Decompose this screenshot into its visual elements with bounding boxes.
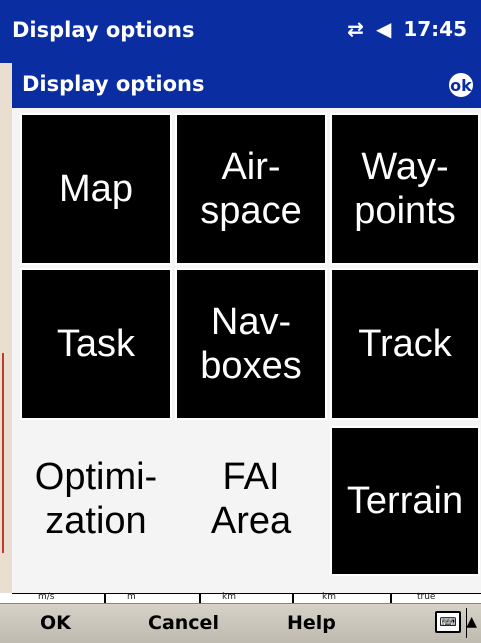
help-softkey[interactable]: Help: [287, 612, 336, 634]
track-tile[interactable]: Track: [330, 268, 480, 420]
status-area: ⇄ ◀︎ 17:45: [347, 17, 467, 41]
terrain-tile-label: Terrain: [346, 480, 464, 522]
background-map: [0, 63, 12, 593]
airspace-tile[interactable]: Air- space: [175, 113, 327, 265]
title-bar: Display options ⇄ ◀︎ 17:45: [0, 0, 481, 63]
unit-label: true: [417, 592, 436, 602]
ok-softkey[interactable]: OK: [40, 612, 71, 634]
unit-label: km: [322, 592, 336, 602]
divider: [199, 594, 201, 603]
unit-label: km: [222, 592, 236, 602]
waypoints-tile-label: Way- points: [354, 146, 456, 232]
dialog-header: Display options ok: [12, 63, 481, 108]
display-options-dialog: Display options ok Map Air- space Way- p…: [12, 63, 481, 593]
optimization-tile[interactable]: Optimi- zation: [20, 423, 172, 575]
optimization-tile-label: Optimi- zation: [34, 456, 158, 542]
map-tile-label: Map: [59, 168, 133, 210]
fai-area-tile-label: FAI Area: [210, 456, 292, 542]
divider: [104, 594, 106, 603]
unit-label: m: [127, 592, 136, 602]
unit-label: m/s: [38, 592, 55, 602]
keyboard-icon[interactable]: ⌨: [435, 611, 461, 633]
map-track-line: [2, 353, 4, 553]
divider: [292, 594, 294, 603]
options-grid: Map Air- space Way- points Task Nav- box…: [12, 108, 481, 593]
clock[interactable]: 17:45: [403, 17, 467, 41]
task-tile-label: Task: [56, 323, 136, 365]
navboxes-tile[interactable]: Nav- boxes: [175, 268, 327, 420]
divider: [390, 594, 392, 603]
input-menu-arrow-icon[interactable]: ▲: [466, 614, 477, 630]
track-tile-label: Track: [358, 323, 452, 365]
task-tile[interactable]: Task: [20, 268, 172, 420]
window-title: Display options: [12, 18, 195, 42]
cancel-softkey[interactable]: Cancel: [148, 612, 219, 634]
connectivity-icon[interactable]: ⇄: [347, 17, 364, 41]
airspace-tile-label: Air- space: [200, 146, 302, 232]
fai-area-tile[interactable]: FAI Area: [175, 423, 327, 575]
softkey-bar: OK Cancel Help ⌨ ▲: [0, 603, 481, 643]
navboxes-tile-label: Nav- boxes: [200, 301, 302, 387]
speaker-icon[interactable]: ◀︎: [376, 17, 391, 41]
terrain-tile[interactable]: Terrain: [330, 426, 480, 576]
ok-button[interactable]: ok: [447, 71, 475, 99]
waypoints-tile[interactable]: Way- points: [330, 113, 480, 265]
dialog-title: Display options: [22, 72, 205, 96]
map-tile[interactable]: Map: [20, 113, 172, 265]
